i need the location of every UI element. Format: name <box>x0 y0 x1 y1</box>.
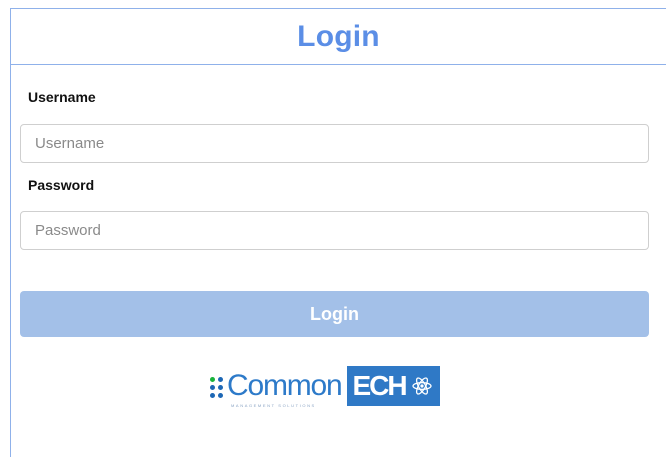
logo-wordmark: Common MANAGEMENT SOLUTIONS <box>227 369 343 408</box>
login-page: Login Username Password Login Common MAN… <box>0 0 666 457</box>
atom-icon <box>411 377 432 395</box>
company-logo: Common MANAGEMENT SOLUTIONS ECH <box>210 364 440 408</box>
logo-box-text: ECH <box>352 370 408 401</box>
logo-dots-icon <box>210 376 223 398</box>
username-label: Username <box>28 89 96 105</box>
password-label: Password <box>28 177 95 193</box>
login-header: Login <box>11 9 666 65</box>
login-button[interactable]: Login <box>20 291 649 337</box>
logo-tagline: MANAGEMENT SOLUTIONS <box>231 403 316 408</box>
page-title: Login <box>297 19 380 53</box>
username-input[interactable] <box>20 124 649 163</box>
logo-box: ECH <box>346 366 440 406</box>
password-input[interactable] <box>20 211 649 250</box>
